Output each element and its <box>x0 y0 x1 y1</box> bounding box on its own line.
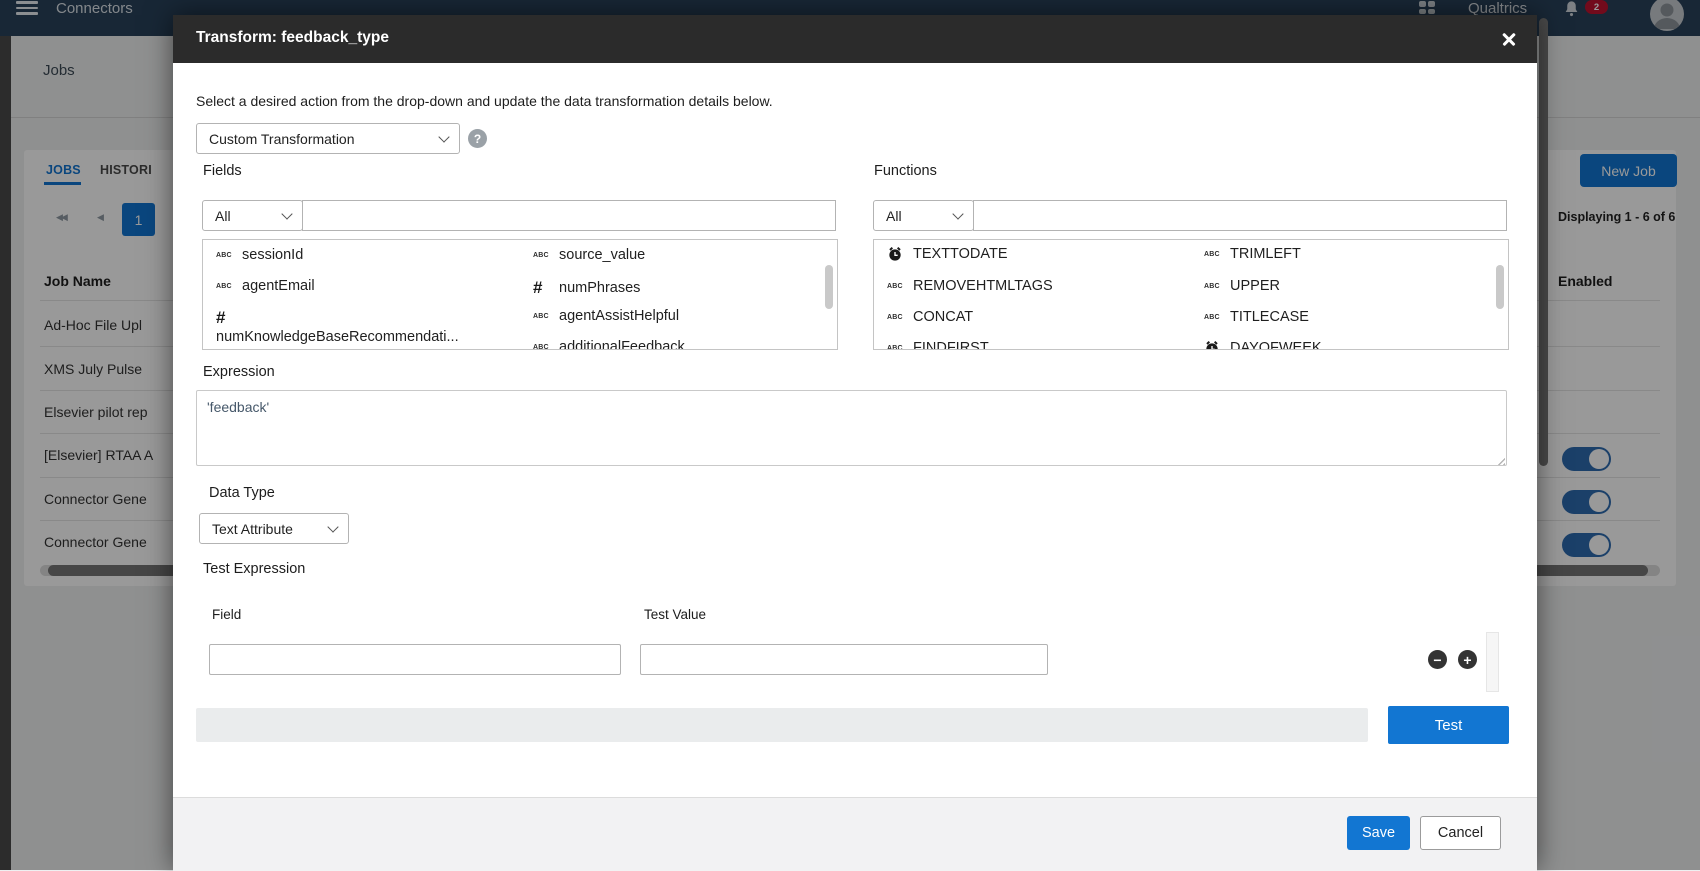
abc-icon: ABC <box>216 283 242 290</box>
modal-title: Transform: feedback_type <box>196 29 389 47</box>
function-item[interactable]: ABC TITLECASE <box>1204 309 1309 325</box>
help-button[interactable]: ? <box>468 129 487 148</box>
test-result-bar <box>196 708 1368 742</box>
clock-icon <box>1204 340 1230 350</box>
add-row-button[interactable]: + <box>1458 650 1477 669</box>
test-button[interactable]: Test <box>1388 706 1509 744</box>
field-item[interactable]: # numKnowledgeBaseRecommendati... <box>216 308 459 345</box>
fields-filter-dropdown[interactable]: All <box>202 200 303 231</box>
close-button[interactable] <box>1499 29 1519 49</box>
function-item[interactable]: ABC CONCAT <box>887 309 973 325</box>
field-item[interactable]: ABC agentEmail <box>216 278 315 294</box>
function-item[interactable]: DAYOFWEEK <box>1204 340 1322 350</box>
plus-icon: + <box>1463 653 1471 667</box>
abc-icon: ABC <box>533 313 559 320</box>
remove-row-button[interactable]: − <box>1428 650 1447 669</box>
save-button[interactable]: Save <box>1347 816 1410 850</box>
chevron-down-icon <box>952 208 963 219</box>
functions-list-scrollbar-thumb[interactable] <box>1496 265 1504 309</box>
abc-icon: ABC <box>533 252 559 259</box>
chevron-down-icon <box>281 208 292 219</box>
function-item[interactable]: TEXTTODATE <box>887 246 1008 262</box>
abc-icon: ABC <box>1204 314 1230 321</box>
fields-list-scrollbar-thumb[interactable] <box>825 265 833 309</box>
test-rows-scrollbar-track <box>1486 632 1499 692</box>
test-value-input[interactable] <box>640 644 1048 675</box>
abc-icon: ABC <box>887 283 913 290</box>
abc-icon: ABC <box>887 314 913 321</box>
action-dropdown-value: Custom Transformation <box>209 131 355 147</box>
action-dropdown[interactable]: Custom Transformation <box>196 123 460 154</box>
abc-icon: ABC <box>216 252 242 259</box>
test-value-label: Test Value <box>644 607 706 622</box>
test-expression-label: Test Expression <box>203 561 305 577</box>
data-type-label: Data Type <box>209 485 275 501</box>
abc-icon: ABC <box>1204 251 1230 258</box>
modal-scrollbar-thumb[interactable] <box>1539 18 1548 466</box>
field-item[interactable]: ABC sessionId <box>216 247 303 263</box>
chevron-down-icon <box>327 521 338 532</box>
expression-label: Expression <box>203 364 275 380</box>
fields-list: ABC sessionId ABC agentEmail # numKnowle… <box>202 239 838 350</box>
minus-icon: − <box>1433 653 1441 667</box>
fields-filter-value: All <box>215 208 231 224</box>
field-item[interactable]: ABC source_value <box>533 247 645 263</box>
modal-footer: Save Cancel <box>173 797 1537 871</box>
clock-icon <box>887 246 913 262</box>
functions-filter-value: All <box>886 208 902 224</box>
data-type-dropdown[interactable]: Text Attribute <box>199 513 349 544</box>
field-label: Field <box>212 607 241 622</box>
modal-header: Transform: feedback_type <box>173 15 1537 63</box>
functions-filter-dropdown[interactable]: All <box>873 200 974 231</box>
data-type-value: Text Attribute <box>212 521 293 537</box>
cancel-button[interactable]: Cancel <box>1420 816 1501 850</box>
function-item[interactable]: ABC FINDFIRST <box>887 340 989 350</box>
function-item[interactable]: ABC TRIMLEFT <box>1204 246 1301 262</box>
hash-icon: # <box>216 308 242 328</box>
field-item[interactable]: # numPhrases <box>533 278 640 298</box>
expression-textarea[interactable]: 'feedback' <box>196 390 1507 466</box>
test-field-input[interactable] <box>209 644 621 675</box>
abc-icon: ABC <box>887 345 913 351</box>
field-item[interactable]: ABC additionalFeedback <box>533 339 685 350</box>
instruction-text: Select a desired action from the drop-do… <box>196 93 773 109</box>
field-item[interactable]: ABC agentAssistHelpful <box>533 308 679 324</box>
function-item[interactable]: ABC REMOVEHTMLTAGS <box>887 278 1053 294</box>
function-item[interactable]: ABC UPPER <box>1204 278 1280 294</box>
functions-label: Functions <box>874 163 937 179</box>
functions-search-input[interactable] <box>973 200 1507 231</box>
fields-label: Fields <box>203 163 242 179</box>
hash-icon: # <box>533 278 559 298</box>
transform-modal: Transform: feedback_type Select a desire… <box>173 15 1537 870</box>
functions-list: TEXTTODATE ABC REMOVEHTMLTAGS ABC CONCAT… <box>873 239 1509 350</box>
abc-icon: ABC <box>1204 283 1230 290</box>
abc-icon: ABC <box>533 344 559 351</box>
fields-search-input[interactable] <box>302 200 836 231</box>
chevron-down-icon <box>438 131 449 142</box>
